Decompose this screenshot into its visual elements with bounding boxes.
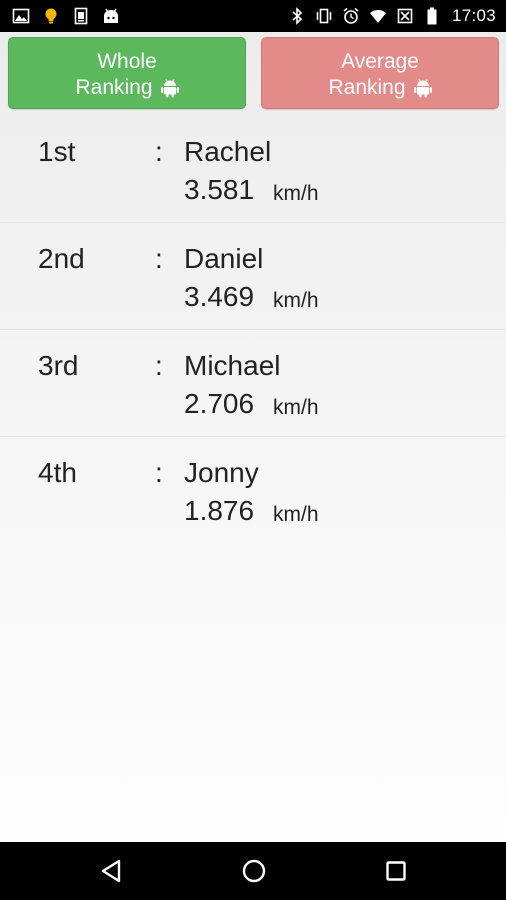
battery-icon xyxy=(423,7,441,25)
ranking-tabs: Whole Ranking Average Ranking xyxy=(0,32,506,116)
rank-separator: : xyxy=(155,136,163,167)
ranking-row: 2nd : Daniel 3.469 km/h xyxy=(0,223,506,330)
rank-name: Jonny xyxy=(184,457,259,488)
android-icon xyxy=(160,78,179,98)
whole-ranking-label-line2: Ranking xyxy=(75,76,153,99)
back-button[interactable] xyxy=(97,856,127,886)
rank-separator: : xyxy=(155,457,163,488)
rank-name: Michael xyxy=(184,350,281,381)
system-icons: 17:03 xyxy=(288,5,496,27)
average-ranking-label-line1: Average xyxy=(341,50,419,73)
rank-separator: : xyxy=(155,350,163,381)
ranking-row: 4th : Jonny 1.876 km/h xyxy=(0,437,506,544)
rank-name: Daniel xyxy=(184,243,264,274)
ranking-list: 1st : Rachel 3.581 km/h 2nd : Daniel 3.4… xyxy=(0,116,506,544)
android-icon xyxy=(413,78,432,98)
notification-icons xyxy=(12,5,120,27)
rank-position: 4th xyxy=(38,457,77,488)
recents-button[interactable] xyxy=(381,856,411,886)
rank-speed-unit: km/h xyxy=(273,503,319,526)
rank-name: Rachel xyxy=(184,136,272,167)
rank-position: 3rd xyxy=(38,350,79,381)
sim-card-icon xyxy=(72,7,90,25)
home-icon xyxy=(239,856,269,886)
rank-position: 1st xyxy=(38,136,76,167)
ranking-row: 1st : Rachel 3.581 km/h xyxy=(0,116,506,223)
navigation-bar xyxy=(0,842,506,900)
ranking-row: 3rd : Michael 2.706 km/h xyxy=(0,330,506,437)
rank-speed: 3.469 xyxy=(184,281,255,312)
rank-speed-unit: km/h xyxy=(273,396,319,419)
rank-speed: 1.876 xyxy=(184,495,255,526)
signal-off-icon xyxy=(396,7,414,25)
android-face-icon xyxy=(102,7,120,25)
rank-speed: 3.581 xyxy=(184,174,255,205)
rank-speed-unit: km/h xyxy=(273,182,319,205)
vibrate-icon xyxy=(315,7,333,25)
recents-icon xyxy=(381,856,411,886)
average-ranking-button[interactable]: Average Ranking xyxy=(261,37,499,109)
bluetooth-icon xyxy=(288,7,306,25)
rank-speed: 2.706 xyxy=(184,388,255,419)
home-button[interactable] xyxy=(239,856,269,886)
whole-ranking-label-line1: Whole xyxy=(97,50,157,73)
rank-separator: : xyxy=(155,243,163,274)
alarm-icon xyxy=(342,7,360,25)
rank-speed-unit: km/h xyxy=(273,289,319,312)
lightbulb-icon xyxy=(42,7,60,25)
back-icon xyxy=(97,856,127,886)
rank-position: 2nd xyxy=(38,243,85,274)
average-ranking-label-line2: Ranking xyxy=(328,76,406,99)
wifi-icon xyxy=(369,7,387,25)
status-bar: 17:03 xyxy=(0,0,506,32)
whole-ranking-button[interactable]: Whole Ranking xyxy=(8,37,246,109)
clock-time: 17:03 xyxy=(451,6,496,25)
app-content: Whole Ranking Average Ranking 1st: Rach… xyxy=(0,32,506,842)
image-icon xyxy=(12,7,30,25)
